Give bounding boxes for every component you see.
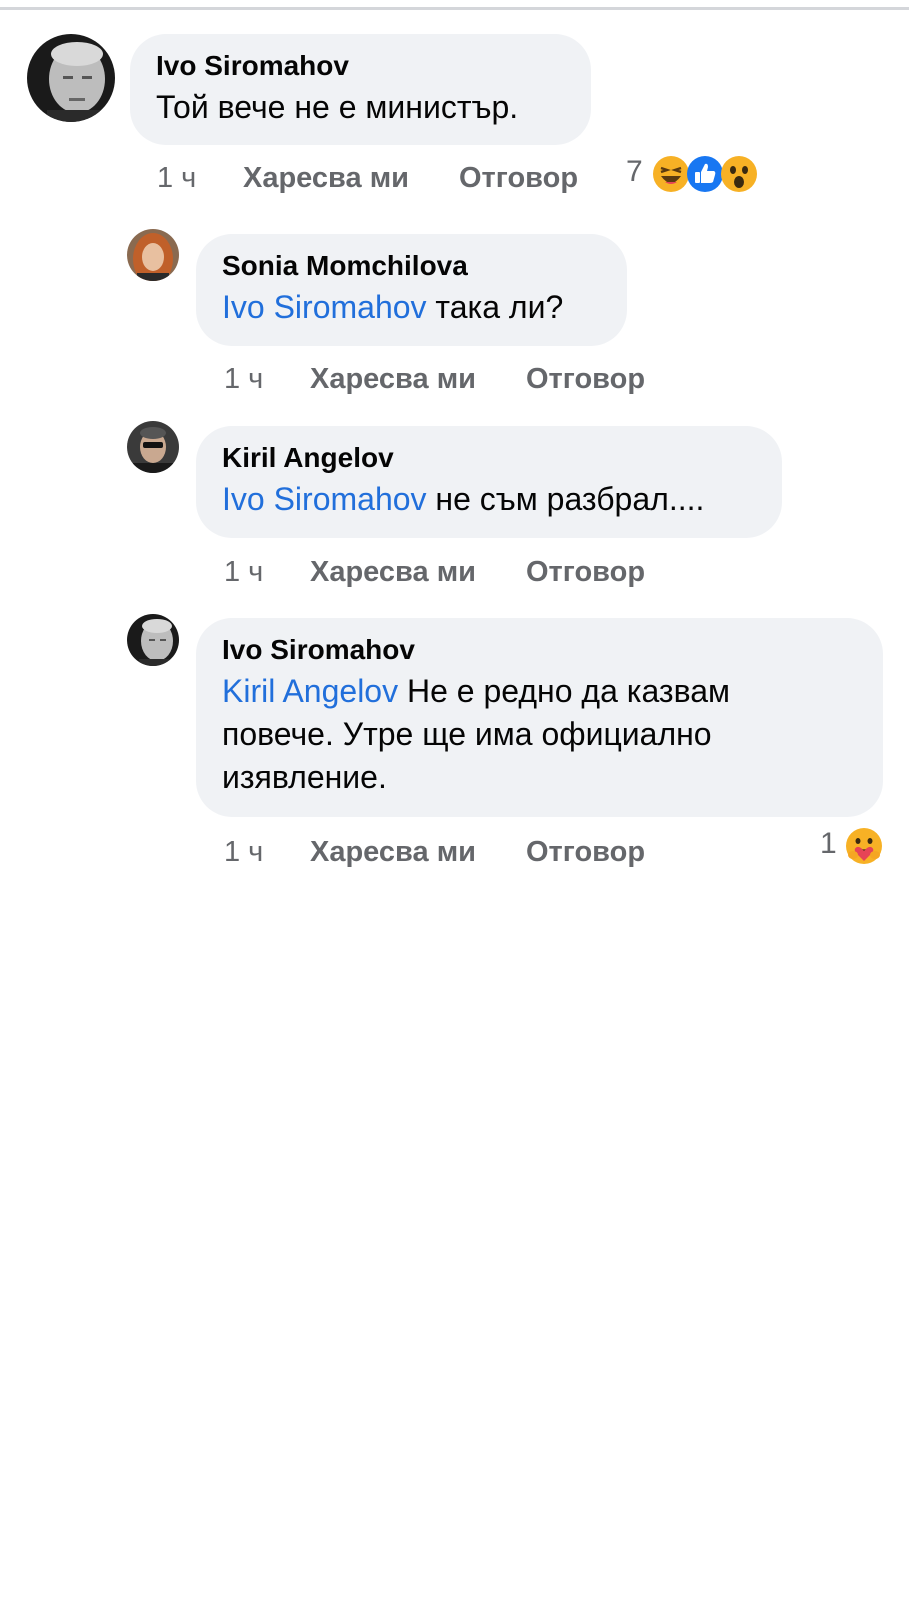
haha-icon bbox=[653, 156, 689, 192]
comment-time[interactable]: 1 ч bbox=[157, 162, 196, 195]
mention-link[interactable]: Ivo Siromahov bbox=[222, 481, 427, 517]
care-icon bbox=[846, 828, 882, 864]
reaction-count: 7 bbox=[626, 155, 643, 188]
mention-link[interactable]: Kiril Angelov bbox=[222, 673, 398, 709]
reply-button[interactable]: Отговор bbox=[526, 556, 645, 589]
reaction-summary[interactable]: 1 bbox=[820, 827, 886, 867]
comment-author[interactable]: Kiril Angelov bbox=[222, 442, 394, 474]
comment-text: Kiril Angelov Не е редно да казвам повеч… bbox=[222, 670, 822, 799]
like-button[interactable]: Харесва ми bbox=[310, 556, 476, 589]
top-divider bbox=[0, 7, 909, 10]
avatar[interactable] bbox=[127, 421, 179, 473]
comment-author[interactable]: Ivo Siromahov bbox=[222, 634, 415, 666]
comment-author[interactable]: Sonia Momchilova bbox=[222, 250, 468, 282]
avatar[interactable] bbox=[27, 34, 115, 122]
comment-text: Ivo Siromahov така ли? bbox=[222, 286, 563, 329]
comment-time[interactable]: 1 ч bbox=[224, 556, 263, 589]
comment-text-body: не съм разбрал.... bbox=[426, 481, 705, 517]
like-button[interactable]: Харесва ми bbox=[310, 836, 476, 869]
reaction-count: 1 bbox=[820, 827, 837, 860]
comment-bubble: Sonia Momchilova Ivo Siromahov така ли? bbox=[196, 234, 627, 346]
comment-bubble: Kiril Angelov Ivo Siromahov не съм разбр… bbox=[196, 426, 782, 538]
mention-link[interactable]: Ivo Siromahov bbox=[222, 289, 427, 325]
comment-text: Ivo Siromahov не съм разбрал.... bbox=[222, 478, 704, 521]
comment-bubble: Ivo Siromahov Той вече не е министър. bbox=[130, 34, 591, 145]
reply-button[interactable]: Отговор bbox=[526, 836, 645, 869]
comment-text-body: така ли? bbox=[426, 289, 564, 325]
like-button[interactable]: Харесва ми bbox=[243, 162, 409, 195]
comment-time[interactable]: 1 ч bbox=[224, 363, 263, 396]
reply-button[interactable]: Отговор bbox=[526, 363, 645, 396]
comment-bubble: Ivo Siromahov Kiril Angelov Не е редно д… bbox=[196, 618, 883, 817]
avatar[interactable] bbox=[127, 614, 179, 666]
comment-author[interactable]: Ivo Siromahov bbox=[156, 50, 349, 82]
reaction-summary[interactable]: 7 bbox=[626, 155, 766, 195]
comment-time[interactable]: 1 ч bbox=[224, 836, 263, 869]
like-button[interactable]: Харесва ми bbox=[310, 363, 476, 396]
wow-icon bbox=[721, 156, 757, 192]
reply-button[interactable]: Отговор bbox=[459, 162, 578, 195]
avatar[interactable] bbox=[127, 229, 179, 281]
comment-text: Той вече не е министър. bbox=[156, 89, 519, 125]
like-icon bbox=[687, 156, 723, 192]
